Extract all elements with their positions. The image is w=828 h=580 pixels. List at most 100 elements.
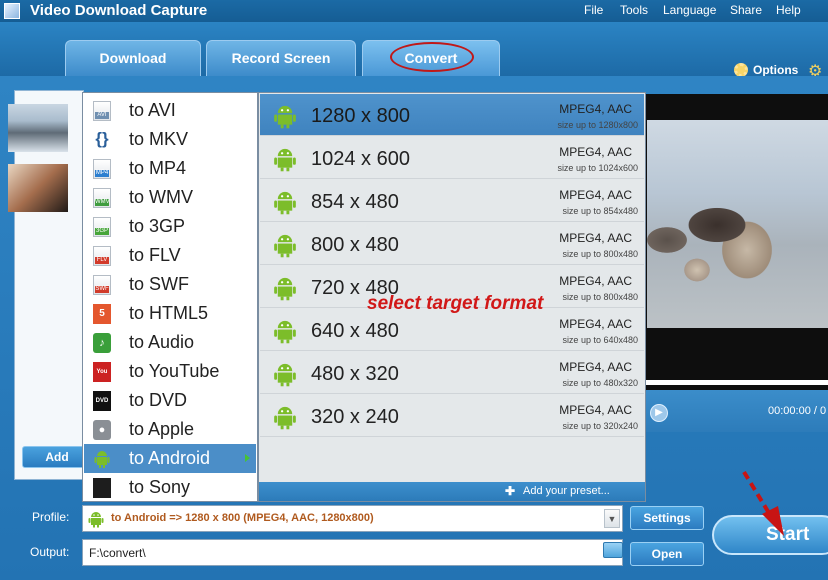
video-thumbnail[interactable] [8, 104, 68, 152]
resolution-label: 1280 x 800 [311, 105, 410, 127]
resolution-option[interactable]: 1024 x 600 MPEG4, AAC size up to 1024x600 [260, 137, 644, 179]
avi-file-icon: AVI [93, 101, 111, 121]
tab-record-screen[interactable]: Record Screen [206, 40, 356, 76]
wmv-file-icon: WMV [93, 188, 111, 208]
html5-icon: 5 [93, 304, 111, 324]
resolution-label: 640 x 480 [311, 320, 399, 342]
format-item-wmv[interactable]: WMV to WMV [84, 183, 256, 212]
android-icon [272, 318, 298, 349]
annotation-text: select target format [367, 293, 544, 314]
menu-tools[interactable]: Tools [620, 3, 648, 17]
resolution-size-note: size up to 480x320 [562, 378, 638, 388]
resolution-label: 800 x 480 [311, 234, 399, 256]
video-thumbnail[interactable] [8, 164, 68, 212]
options-button[interactable]: Options [734, 63, 798, 77]
format-item-label: to AVI [129, 100, 176, 120]
format-menu: AVI to AVI {} to MKV MP4 to MP4 WMV to WMV 3GP to… [82, 92, 258, 502]
resolution-option[interactable]: 320 x 240 MPEG4, AAC size up to 320x240 [260, 395, 644, 437]
resolution-option[interactable]: 800 x 480 MPEG4, AAC size up to 800x480 [260, 223, 644, 265]
format-item-dvd[interactable]: DVD to DVD [84, 386, 256, 415]
android-icon [272, 361, 298, 392]
menu-file[interactable]: File [584, 3, 603, 17]
resolution-size-note: size up to 1024x600 [557, 163, 638, 173]
format-item-avi[interactable]: AVI to AVI [84, 96, 256, 125]
format-item-label: to HTML5 [129, 303, 209, 323]
resolution-option[interactable]: 480 x 320 MPEG4, AAC size up to 480x320 [260, 352, 644, 394]
app-title: Video Download Capture [30, 2, 208, 19]
resolution-size-note: size up to 640x480 [562, 335, 638, 345]
play-icon[interactable]: ▶ [650, 404, 668, 422]
resolution-codec: MPEG4, AAC [559, 317, 632, 331]
format-item-youtube[interactable]: You to YouTube [84, 357, 256, 386]
settings-button[interactable]: Settings [630, 506, 704, 530]
chevron-down-icon[interactable]: ▼ [604, 509, 620, 528]
add-preset-bar[interactable]: ✚ Add your preset... [259, 482, 645, 501]
open-button[interactable]: Open [630, 542, 704, 566]
folder-icon[interactable] [603, 542, 623, 558]
resolution-size-note: size up to 800x480 [562, 292, 638, 302]
flv-file-icon: FLV [93, 246, 111, 266]
resolution-codec: MPEG4, AAC [559, 360, 632, 374]
menu-share[interactable]: Share [730, 3, 762, 17]
android-icon [272, 232, 298, 263]
apple-icon: ● [93, 420, 111, 440]
format-item-apple[interactable]: ● to Apple [84, 415, 256, 444]
resolution-size-note: size up to 800x480 [562, 249, 638, 259]
resolution-size-note: size up to 854x480 [562, 206, 638, 216]
android-icon [93, 449, 111, 469]
format-item-label: to Android [129, 448, 211, 468]
timecode: 00:00:00 / 0 [768, 405, 827, 417]
playback-progress-bar[interactable] [645, 380, 828, 385]
youtube-icon: You [93, 362, 111, 382]
profile-label: Profile: [32, 510, 70, 524]
format-item-mp4[interactable]: MP4 to MP4 [84, 154, 256, 183]
resolution-label: 854 x 480 [311, 191, 399, 213]
format-item-label: to YouTube [129, 361, 220, 381]
title-bar: Video Download Capture File Tools Langua… [0, 0, 828, 22]
format-item-3gp[interactable]: 3GP to 3GP [84, 212, 256, 241]
format-item-label: to Apple [129, 419, 195, 439]
output-path-field[interactable]: F:\convert\ [82, 539, 623, 566]
format-item-swf[interactable]: SWF to SWF [84, 270, 256, 299]
format-item-label: to 3GP [129, 216, 186, 236]
tab-download[interactable]: Download [65, 40, 201, 76]
resolution-label: 480 x 320 [311, 363, 399, 385]
red-arrow-annotation [742, 470, 784, 536]
format-item-android[interactable]: to Android [84, 444, 256, 473]
gear-icon [734, 63, 748, 77]
plus-icon: ✚ [505, 484, 516, 498]
format-item-html5[interactable]: 5 to HTML5 [84, 299, 256, 328]
android-icon [272, 189, 298, 220]
resolution-codec: MPEG4, AAC [559, 102, 632, 116]
format-item-audio[interactable]: ♪ to Audio [84, 328, 256, 357]
audio-note-icon: ♪ [93, 333, 111, 353]
resolution-option[interactable]: 640 x 480 MPEG4, AAC size up to 640x480 [260, 309, 644, 351]
resolution-label: 320 x 240 [311, 406, 399, 428]
format-item-label: to Sony [129, 477, 191, 497]
playstation-icon [93, 478, 111, 498]
android-icon [272, 103, 298, 134]
profile-select[interactable]: to Android => 1280 x 800 (MPEG4, AAC, 12… [82, 505, 623, 532]
resolution-codec: MPEG4, AAC [559, 145, 632, 159]
resolution-option[interactable]: 1280 x 800 MPEG4, AAC size up to 1280x800 [260, 94, 644, 136]
resolution-codec: MPEG4, AAC [559, 403, 632, 417]
convert-highlight-oval [390, 42, 474, 72]
3gp-file-icon: 3GP [93, 217, 111, 237]
format-item-flv[interactable]: FLV to FLV [84, 241, 256, 270]
submenu-arrow-icon [245, 454, 250, 462]
options-label: Options [753, 63, 799, 77]
profile-value: to Android => 1280 x 800 (MPEG4, AAC, 12… [111, 512, 374, 524]
android-icon [87, 510, 105, 533]
resolution-size-note: size up to 1280x800 [557, 120, 638, 130]
format-item-sony[interactable]: to Sony [84, 473, 256, 502]
menu-language[interactable]: Language [663, 3, 716, 17]
video-preview-image [647, 120, 828, 328]
resolution-size-note: size up to 320x240 [562, 421, 638, 431]
dvd-icon: DVD [93, 391, 111, 411]
resolution-label: 1024 x 600 [311, 148, 410, 170]
menu-help[interactable]: Help [776, 3, 801, 17]
resolution-option[interactable]: 854 x 480 MPEG4, AAC size up to 854x480 [260, 180, 644, 222]
android-icon [272, 404, 298, 435]
format-item-label: to MP4 [129, 158, 187, 178]
format-item-mkv[interactable]: {} to MKV [84, 125, 256, 154]
